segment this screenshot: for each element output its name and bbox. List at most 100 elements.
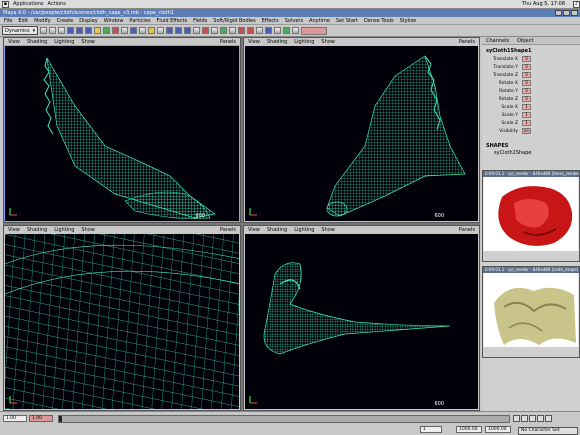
lighting-menu[interactable]: Lighting [54, 227, 74, 233]
attribute-row[interactable]: Scale Z 1 [482, 119, 580, 127]
menu-file[interactable]: File [4, 18, 12, 24]
step-forward-icon[interactable] [537, 415, 544, 422]
viewport-top-right[interactable]: View Shading Lighting Show Panels 600 [243, 37, 480, 223]
mask-misc-icon[interactable] [157, 27, 165, 34]
panels-menu[interactable]: Panels [220, 39, 240, 45]
viewport-canvas[interactable]: 600 [245, 46, 478, 221]
show-menu[interactable]: Show [81, 227, 95, 233]
attribute-row[interactable]: Rotate Z 0 [482, 95, 580, 103]
snap-curve-icon[interactable] [175, 27, 183, 34]
menu-modify[interactable]: Modify [34, 18, 51, 24]
shading-menu[interactable]: Shading [267, 39, 287, 45]
render-view-2[interactable]: 0:00:01.1 - ipr_render - 640x480 [cloth_… [482, 266, 580, 358]
output-list-icon[interactable] [220, 27, 228, 34]
new-scene-icon[interactable] [40, 27, 48, 34]
history-icon[interactable] [202, 27, 210, 34]
snap-plane-icon[interactable] [193, 27, 201, 34]
select-component-icon[interactable] [85, 27, 93, 34]
attribute-row[interactable]: Translate Y 0 [482, 63, 580, 71]
viewport-canvas[interactable]: 600 [245, 234, 478, 409]
module-selector[interactable]: Dynamics ▾ [2, 26, 39, 35]
playback-end-field[interactable]: 1000.00 [485, 426, 511, 433]
quick-input-field[interactable] [301, 26, 328, 35]
attribute-row[interactable]: Scale X 1 [482, 103, 580, 111]
current-time-field[interactable]: 1.00 [29, 415, 53, 422]
menu-stylize[interactable]: Stylize [400, 18, 417, 24]
shading-menu[interactable]: Shading [267, 227, 287, 233]
attribute-value[interactable]: 0 [522, 56, 531, 62]
selection-mode-icon[interactable] [265, 27, 273, 34]
tab-channels[interactable]: Channels [486, 38, 509, 44]
view-menu[interactable]: View [8, 39, 20, 45]
menu-particles[interactable]: Particles [129, 18, 150, 24]
mask-render-icon[interactable] [148, 27, 156, 34]
menu-fluid-effects[interactable]: Fluid Effects [157, 18, 188, 24]
open-scene-icon[interactable] [49, 27, 57, 34]
attribute-value[interactable]: 0 [522, 88, 531, 94]
step-back-icon[interactable] [521, 415, 528, 422]
range-start-field[interactable]: 1 [420, 426, 442, 433]
maximize-button[interactable] [563, 10, 570, 16]
viewport-canvas[interactable]: 600 [4, 45, 240, 222]
attribute-value[interactable]: on [522, 128, 531, 134]
show-menu[interactable]: Show [81, 39, 95, 45]
attribute-value[interactable]: 0 [522, 80, 531, 86]
menu-fields[interactable]: Fields [193, 18, 207, 24]
panels-menu[interactable]: Panels [459, 227, 479, 233]
menu-anytime[interactable]: Anytime [309, 18, 330, 24]
attribute-value[interactable]: 0 [522, 96, 531, 102]
render-icon[interactable] [238, 27, 246, 34]
view-menu[interactable]: View [248, 227, 260, 233]
play-icon[interactable] [529, 415, 536, 422]
quick-select-icon[interactable] [274, 27, 282, 34]
attribute-value[interactable]: 0 [522, 64, 531, 70]
menu-solvers[interactable]: Solvers [285, 18, 303, 24]
attribute-row[interactable]: Translate Z 0 [482, 71, 580, 79]
mask-joint-icon[interactable] [103, 27, 111, 34]
viewport-canvas[interactable] [5, 234, 239, 409]
attribute-value[interactable]: 1 [522, 104, 531, 110]
app-menu-icon[interactable]: ▪ [2, 0, 9, 8]
mask-curve-icon[interactable] [112, 27, 120, 34]
rewind-icon[interactable] [513, 415, 520, 422]
shading-menu[interactable]: Shading [27, 39, 47, 45]
viewport-bottom-left[interactable]: View Shading Lighting Show Panels [3, 225, 241, 411]
applications-menu[interactable]: Applications [13, 1, 44, 7]
view-menu[interactable]: View [248, 39, 260, 45]
attribute-row[interactable]: Scale Y 1 [482, 111, 580, 119]
ipr-render-icon[interactable] [247, 27, 255, 34]
attribute-row[interactable]: Translate X 0 [482, 55, 580, 63]
mask-deform-icon[interactable] [130, 27, 138, 34]
snap-point-icon[interactable] [184, 27, 192, 34]
menu-set-start[interactable]: Set Start [336, 18, 358, 24]
panels-menu[interactable]: Panels [459, 39, 479, 45]
minimize-button[interactable] [555, 10, 562, 16]
node-name[interactable]: syCloth1Shape1 [482, 45, 580, 55]
menu-effects[interactable]: Effects [262, 18, 279, 24]
menu-soft-rigid-bodies[interactable]: Soft/Rigid Bodies [213, 18, 255, 24]
start-time-field[interactable]: 1.00 [3, 415, 27, 422]
menu-dense-tools[interactable]: Dense Tools [364, 18, 394, 24]
attribute-value[interactable]: 0 [522, 72, 531, 78]
attribute-row[interactable]: Visibility on [482, 127, 580, 135]
attribute-value[interactable]: 1 [522, 120, 531, 126]
range-end-field[interactable]: 1000.00 [456, 426, 482, 433]
menu-edit[interactable]: Edit [18, 18, 28, 24]
menu-display[interactable]: Display [79, 18, 97, 24]
fast-forward-icon[interactable] [545, 415, 552, 422]
shading-menu[interactable]: Shading [27, 227, 47, 233]
view-menu[interactable]: View [8, 227, 20, 233]
time-track[interactable] [58, 415, 510, 423]
render-view-1[interactable]: 0:00:01.1 - ipr_render - 640x480 [dress_… [482, 170, 580, 262]
mask-handle-icon[interactable] [94, 27, 102, 34]
attribute-row[interactable]: Rotate X 0 [482, 79, 580, 87]
lighting-menu[interactable]: Lighting [54, 39, 74, 45]
menu-create[interactable]: Create [57, 18, 74, 24]
numeric-input-icon[interactable] [283, 27, 291, 34]
window-titlebar[interactable]: Maya 4.0 - /usr/people/cloth/scenes/clot… [0, 9, 580, 17]
save-scene-icon[interactable] [58, 27, 66, 34]
input-list-icon[interactable] [211, 27, 219, 34]
menu-window[interactable]: Window [104, 18, 124, 24]
render-globals-icon[interactable] [256, 27, 264, 34]
snap-grid-icon[interactable] [166, 27, 174, 34]
